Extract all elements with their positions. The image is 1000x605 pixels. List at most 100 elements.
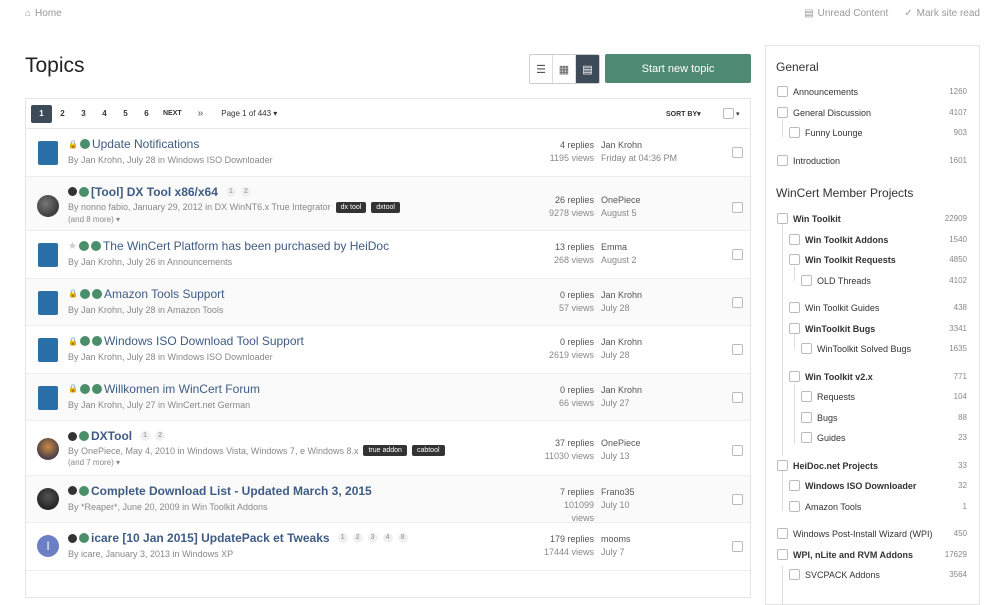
topic-title-link[interactable]: icare [10 Jan 2015] UpdatePack et Tweaks… <box>68 531 408 545</box>
select-all-checkbox[interactable] <box>723 108 734 119</box>
topic-select-checkbox[interactable] <box>732 296 743 308</box>
forum-checkbox[interactable] <box>801 343 812 354</box>
tag[interactable]: true addon <box>363 445 407 456</box>
forum-checkbox[interactable] <box>789 371 800 382</box>
last-poster[interactable]: OnePiece <box>601 437 641 450</box>
topic-select-checkbox[interactable] <box>732 201 743 213</box>
topic-title-link[interactable]: 🔒 Willkomen im WinCert Forum <box>68 382 260 396</box>
forum-checkbox[interactable] <box>801 391 812 402</box>
forum-checkbox[interactable] <box>789 501 800 512</box>
last-post-date[interactable]: July 27 <box>601 397 642 410</box>
unread-content-link[interactable]: ▤ Unread Content <box>804 8 888 19</box>
last-poster[interactable]: Frano35 <box>601 486 635 499</box>
topic-page-link[interactable]: 8 <box>397 533 408 543</box>
forum-item-introduction[interactable]: Introduction <box>777 155 840 166</box>
forum-item-funny-lounge[interactable]: Funny Lounge <box>789 127 863 138</box>
topic-select-checkbox[interactable] <box>732 493 743 505</box>
forum-item-heidoc-projects[interactable]: HeiDoc.net Projects <box>777 460 878 471</box>
home-link[interactable]: ⌂ Home <box>25 8 62 19</box>
forum-item-wintoolkit-bugs[interactable]: WinToolkit Bugs <box>789 323 875 334</box>
avatar[interactable] <box>37 487 59 510</box>
topic-title-link[interactable]: DXTool 12 <box>68 429 166 443</box>
forum-checkbox[interactable] <box>789 480 800 491</box>
last-post-date[interactable]: July 7 <box>601 546 631 559</box>
tag[interactable]: cabtool <box>411 445 445 456</box>
last-poster[interactable]: mooms <box>601 533 631 546</box>
last-page-button[interactable]: » <box>198 107 204 120</box>
forum-item-win-toolkit[interactable]: Win Toolkit <box>777 213 841 224</box>
forum-item-wintoolkit-solved-bugs[interactable]: WinToolkit Solved Bugs <box>801 343 911 354</box>
forum-item-wpi[interactable]: Windows Post-Install Wizard (WPI) <box>777 528 933 539</box>
avatar[interactable] <box>38 141 58 165</box>
forum-item-old-threads[interactable]: OLD Threads <box>801 275 871 286</box>
topic-title-link[interactable]: Complete Download List - Updated March 3… <box>68 484 372 498</box>
page-5-button[interactable]: 5 <box>115 105 136 123</box>
forum-item-win-toolkit-guides[interactable]: Win Toolkit Guides <box>789 302 879 313</box>
tag[interactable]: dxtool <box>371 201 400 213</box>
forum-checkbox[interactable] <box>777 86 788 97</box>
topic-select-checkbox[interactable] <box>732 445 743 456</box>
forum-checkbox[interactable] <box>777 213 788 224</box>
topic-page-link[interactable]: 1 <box>337 533 348 543</box>
topic-title-link[interactable]: ★ The WinCert Platform has been purchase… <box>68 239 389 253</box>
topic-select-checkbox[interactable] <box>732 147 743 158</box>
forum-item-announcements[interactable]: Announcements <box>777 86 858 97</box>
forum-item-windows-iso-downloader[interactable]: Windows ISO Downloader <box>789 480 916 491</box>
forum-checkbox[interactable] <box>801 432 812 443</box>
forum-checkbox[interactable] <box>801 412 812 423</box>
avatar[interactable] <box>37 194 59 217</box>
forum-checkbox[interactable] <box>801 275 812 286</box>
page-1-button[interactable]: 1 <box>31 104 52 123</box>
start-new-topic-button[interactable]: Start new topic <box>605 54 751 83</box>
forum-item-requests[interactable]: Requests <box>801 391 855 402</box>
topic-page-link[interactable]: 1 <box>140 431 151 441</box>
page-2-button[interactable]: 2 <box>52 105 73 123</box>
forum-checkbox[interactable] <box>789 254 800 265</box>
last-post-date[interactable]: July 13 <box>601 450 641 463</box>
avatar[interactable] <box>38 385 58 410</box>
forum-item-svcpack-addons[interactable]: SVCPACK Addons <box>789 569 880 580</box>
forum-item-bugs[interactable]: Bugs <box>801 412 838 423</box>
topic-page-link[interactable]: 4 <box>382 533 393 543</box>
last-post-date[interactable]: Friday at 04:36 PM <box>601 152 677 165</box>
select-all-dropdown[interactable]: ▾ <box>723 108 740 119</box>
forum-checkbox[interactable] <box>789 234 800 245</box>
last-post-date[interactable]: July 10 <box>601 499 635 512</box>
avatar[interactable] <box>38 290 58 315</box>
topic-page-link[interactable]: 1 <box>225 186 236 197</box>
topic-select-checkbox[interactable] <box>732 541 743 552</box>
page-3-button[interactable]: 3 <box>73 105 94 123</box>
forum-checkbox[interactable] <box>777 528 788 539</box>
forum-checkbox[interactable] <box>777 107 788 118</box>
last-post-date[interactable]: August 5 <box>601 207 641 220</box>
topic-page-link[interactable]: 2 <box>240 186 251 197</box>
last-poster[interactable]: Jan Krohn <box>601 289 642 302</box>
forum-item-general-discussion[interactable]: General Discussion <box>777 107 871 118</box>
last-poster[interactable]: Emma <box>601 241 637 254</box>
more-tags-toggle[interactable]: (and 7 more) ▾ <box>68 458 120 467</box>
last-post-date[interactable]: August 2 <box>601 254 637 267</box>
topic-page-link[interactable]: 2 <box>155 431 166 441</box>
last-poster[interactable]: Jan Krohn <box>601 336 642 349</box>
forum-item-amazon-tools[interactable]: Amazon Tools <box>789 501 861 512</box>
sort-by-dropdown[interactable]: SORT BY▾ <box>666 110 701 118</box>
grid-view-button[interactable]: ▦ <box>553 55 576 83</box>
last-post-date[interactable]: July 28 <box>601 302 642 315</box>
forum-checkbox[interactable] <box>789 302 800 313</box>
forum-checkbox[interactable] <box>777 549 788 560</box>
page-6-button[interactable]: 6 <box>136 105 157 123</box>
page-jump-dropdown[interactable]: Page 1 of 443 ▾ <box>221 109 277 118</box>
topic-title-link[interactable]: 🔒 Windows ISO Download Tool Support <box>68 334 304 348</box>
topic-title-link[interactable]: [Tool] DX Tool x86/x64 12 <box>68 185 251 199</box>
list-view-button[interactable]: ☰ <box>530 55 553 83</box>
topic-select-checkbox[interactable] <box>732 249 743 260</box>
topic-page-link[interactable]: 2 <box>352 533 363 543</box>
topic-title-link[interactable]: 🔒 Update Notifications <box>68 137 199 151</box>
last-post-date[interactable]: July 28 <box>601 349 642 362</box>
forum-checkbox[interactable] <box>777 460 788 471</box>
more-tags-toggle[interactable]: (and 8 more) ▾ <box>68 215 120 224</box>
forum-checkbox[interactable] <box>777 155 788 166</box>
avatar[interactable] <box>37 438 59 460</box>
forum-checkbox[interactable] <box>789 127 800 138</box>
forum-item-win-toolkit-requests[interactable]: Win Toolkit Requests <box>789 254 896 265</box>
